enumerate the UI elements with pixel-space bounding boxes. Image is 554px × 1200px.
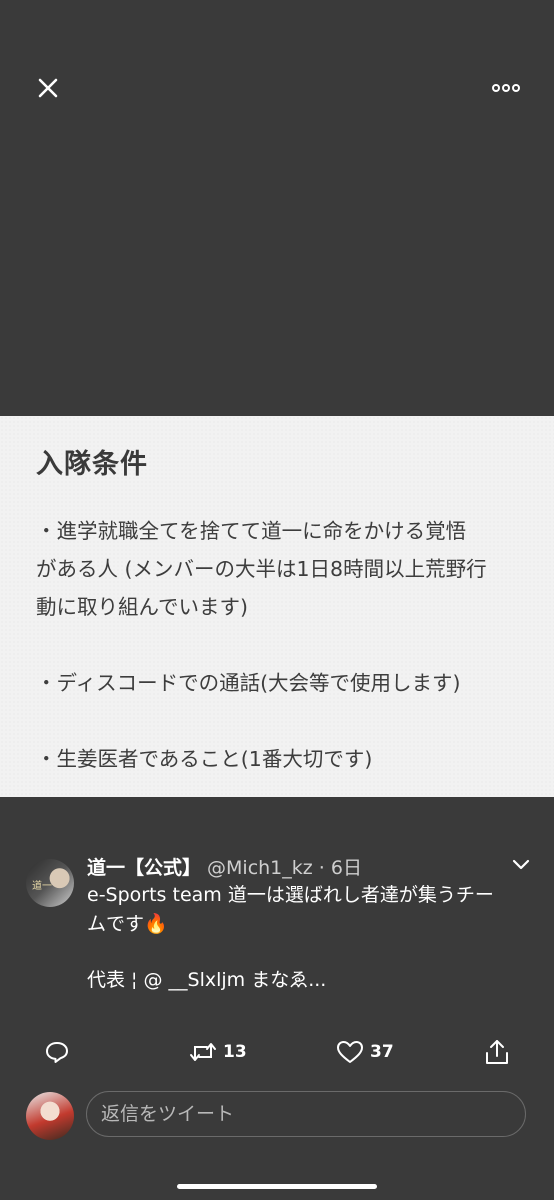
tweet-header: 道一【公式】 @Mich1_kz · 6日 — [87, 853, 362, 880]
tweet-image[interactable]: 入隊条件 ・進学就職全てを捨てて道一に命をかける覚悟 がある人 (メンバーの大半… — [0, 416, 554, 797]
retweet-count: 13 — [223, 1042, 247, 1062]
tweet-text: e-Sports team 道一は選ばれし者達が集うチー ムです🔥 — [87, 881, 527, 939]
like-button[interactable]: 37 — [336, 1037, 394, 1067]
more-options-button[interactable] — [488, 74, 524, 102]
reply-input[interactable]: 返信をツイート — [86, 1091, 526, 1137]
tweet-panel: 道一 道一【公式】 @Mich1_kz · 6日 e-Sports team 道一… — [0, 797, 554, 1200]
current-user-avatar — [26, 1092, 74, 1140]
share-icon — [486, 1040, 508, 1064]
tweet-text-line: ムです🔥 — [87, 913, 168, 935]
home-indicator — [177, 1184, 377, 1189]
media-viewer-backdrop — [0, 0, 554, 416]
close-button[interactable] — [30, 70, 66, 106]
image-title: 入隊条件 — [36, 449, 148, 480]
display-name[interactable]: 道一【公式】 — [87, 857, 201, 879]
avatar[interactable]: 道一 — [26, 859, 74, 907]
close-icon — [38, 78, 58, 98]
tweet-text-line: e-Sports team 道一は選ばれし者達が集うチー — [87, 884, 494, 906]
reply-icon — [46, 1042, 68, 1063]
image-paragraph-discord: ・ディスコードでの通話(大会等で使用します) — [36, 671, 461, 695]
chevron-down-icon — [512, 859, 530, 870]
more-icon — [492, 84, 520, 92]
tweet-mention-line[interactable]: 代表 ¦ @ __Slxljm まなゑ... — [87, 965, 326, 992]
heart-icon — [337, 1041, 363, 1063]
image-body: ・進学就職全てを捨てて道一に命をかける覚悟 がある人 (メンバーの大半は1日8時… — [36, 512, 536, 778]
tweet-menu-button[interactable] — [510, 857, 532, 873]
avatar-logo: 道一 — [32, 881, 52, 892]
reply-button[interactable] — [44, 1037, 70, 1067]
like-count: 37 — [370, 1042, 394, 1062]
retweet-icon — [190, 1043, 216, 1061]
share-button[interactable] — [484, 1037, 510, 1067]
image-paragraph-ginger: ・生姜医者であること(1番大切です) — [36, 747, 373, 771]
handle-time: @Mich1_kz · 6日 — [207, 857, 362, 879]
image-paragraph-commitment: ・進学就職全てを捨てて道一に命をかける覚悟 がある人 (メンバーの大半は1日8時… — [36, 519, 487, 619]
retweet-button[interactable]: 13 — [189, 1037, 247, 1067]
tweet-actions: 13 37 — [0, 1037, 554, 1067]
